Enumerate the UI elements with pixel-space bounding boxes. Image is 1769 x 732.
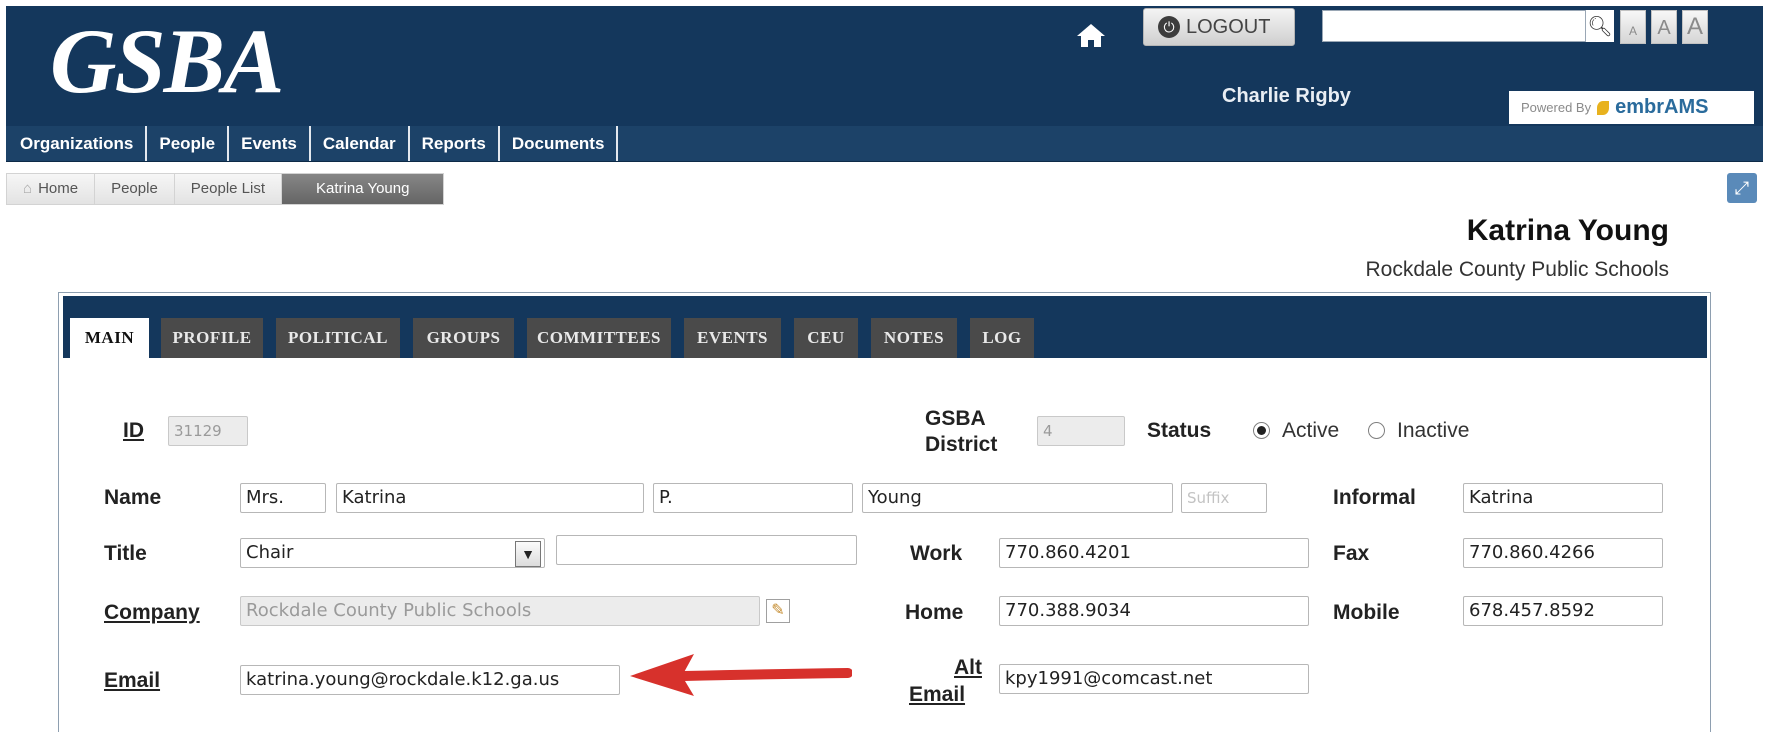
breadcrumb-home[interactable]: ⌂ Home	[6, 173, 96, 205]
home-phone-field[interactable]: 770.388.9034	[999, 596, 1309, 626]
font-size-small-button[interactable]: A	[1620, 10, 1646, 44]
current-user-name[interactable]: Charlie Rigby	[1222, 85, 1351, 108]
tab-log[interactable]: LOG	[970, 318, 1034, 358]
main-nav: Organizations People Events Calendar Rep…	[6, 126, 1763, 162]
name-suffix-field[interactable]: Suffix	[1181, 483, 1267, 513]
nav-people[interactable]: People	[147, 126, 230, 161]
alt-email-label-line1[interactable]: Alt	[954, 655, 982, 681]
annotation-arrow-icon	[630, 654, 852, 696]
home-icon[interactable]	[1075, 22, 1107, 48]
font-size-large-button[interactable]: A	[1682, 10, 1708, 44]
nav-documents[interactable]: Documents	[500, 126, 619, 161]
chevron-down-icon[interactable]: ▼	[515, 541, 541, 567]
alt-email-field[interactable]: kpy1991@comcast.net	[999, 664, 1309, 694]
logout-button[interactable]: ⏻ LOGOUT	[1143, 8, 1295, 46]
breadcrumb-people[interactable]: People	[95, 173, 175, 205]
name-middle-field[interactable]: P.	[653, 483, 853, 513]
status-label: Status	[1147, 419, 1212, 442]
company-field: Rockdale County Public Schools	[240, 596, 760, 626]
district-field: 4	[1037, 416, 1125, 446]
name-first-field[interactable]: Katrina	[336, 483, 644, 513]
alt-email-label-line2[interactable]: Email	[909, 682, 965, 708]
breadcrumb-current: Katrina Young	[282, 173, 445, 205]
font-size-medium-button[interactable]: A	[1651, 10, 1677, 44]
name-prefix-field[interactable]: Mrs.	[240, 483, 326, 513]
informal-label: Informal	[1333, 486, 1416, 509]
powered-by-text: Powered By	[1521, 100, 1592, 115]
person-name-heading: Katrina Young	[1466, 214, 1669, 247]
status-active-label[interactable]: Active	[1282, 419, 1339, 443]
id-field: 31129	[168, 416, 248, 446]
informal-field[interactable]: Katrina	[1463, 483, 1663, 513]
search-input[interactable]	[1322, 10, 1586, 42]
home-phone-label: Home	[905, 601, 964, 624]
status-inactive-radio[interactable]	[1368, 422, 1385, 439]
gsba-logo[interactable]: GSBA	[50, 11, 284, 111]
title-text-field[interactable]	[556, 535, 857, 565]
fax-field[interactable]: 770.860.4266	[1463, 538, 1663, 568]
work-phone-field[interactable]: 770.860.4201	[999, 538, 1309, 568]
name-label: Name	[104, 486, 162, 509]
mobile-label: Mobile	[1333, 601, 1400, 624]
nav-calendar[interactable]: Calendar	[311, 126, 410, 161]
person-organization: Rockdale County Public Schools	[1365, 258, 1670, 281]
home-small-icon: ⌂	[23, 180, 33, 197]
email-label[interactable]: Email	[104, 669, 160, 693]
breadcrumb: ⌂ Home People People List Katrina Young	[6, 173, 445, 205]
work-label: Work	[910, 542, 963, 565]
powered-brand: embrAMS	[1615, 96, 1709, 118]
breadcrumb-people-list[interactable]: People List	[174, 173, 283, 205]
tab-profile[interactable]: PROFILE	[161, 318, 263, 358]
title-select[interactable]: Chair	[240, 538, 545, 568]
id-label[interactable]: ID	[123, 419, 144, 443]
logout-label: LOGOUT	[1186, 15, 1271, 38]
tab-events[interactable]: EVENTS	[684, 318, 781, 358]
tab-ceu[interactable]: CEU	[794, 318, 858, 358]
nav-organizations[interactable]: Organizations	[6, 126, 148, 161]
embr-leaf-icon	[1597, 100, 1610, 115]
email-field[interactable]: katrina.young@rockdale.k12.ga.us	[240, 665, 620, 695]
title-label: Title	[104, 542, 147, 565]
tab-committees[interactable]: COMMITTEES	[527, 318, 671, 358]
tab-main[interactable]: MAIN	[70, 318, 149, 358]
search-icon[interactable]: 🔍︎	[1586, 10, 1614, 42]
nav-events[interactable]: Events	[229, 126, 311, 161]
district-label-line1: GSBA	[925, 407, 986, 430]
name-last-field[interactable]: Young	[862, 483, 1173, 513]
fullscreen-icon[interactable]: ⤢	[1727, 173, 1757, 203]
powered-by-badge[interactable]: Powered By embrAMS	[1509, 91, 1754, 124]
tab-groups[interactable]: GROUPS	[413, 318, 514, 358]
power-icon: ⏻	[1158, 16, 1180, 38]
fax-label: Fax	[1333, 542, 1370, 565]
district-label-line2: District	[925, 433, 998, 456]
mobile-field[interactable]: 678.457.8592	[1463, 596, 1663, 626]
tab-political[interactable]: POLITICAL	[276, 318, 400, 358]
edit-icon[interactable]: ✎	[766, 599, 790, 623]
tab-notes[interactable]: NOTES	[871, 318, 957, 358]
nav-reports[interactable]: Reports	[410, 126, 500, 161]
status-inactive-label[interactable]: Inactive	[1397, 419, 1469, 443]
company-label[interactable]: Company	[104, 601, 200, 625]
status-active-radio[interactable]	[1253, 422, 1270, 439]
